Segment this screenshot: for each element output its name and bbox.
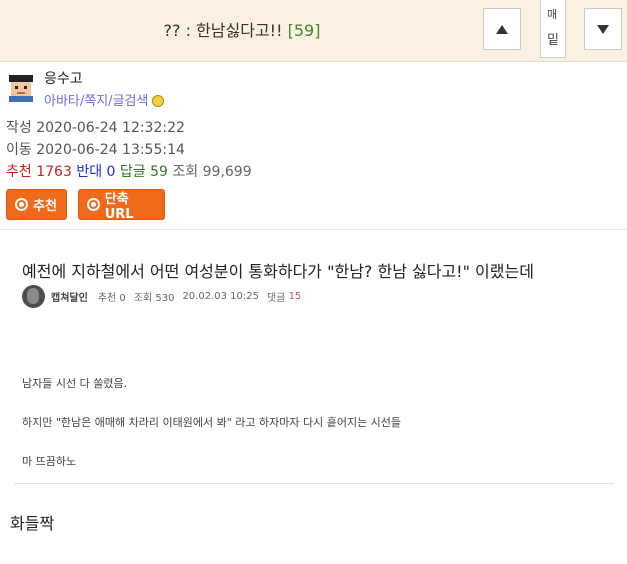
post-meta: 캡쳐달인 추천 0 조회 530 20.02.03 10:25 댓글 15 bbox=[22, 285, 301, 308]
moved-label: 이동 bbox=[6, 142, 32, 158]
oppose-count: 0 bbox=[106, 164, 116, 180]
author-name[interactable]: 응수고 bbox=[44, 68, 83, 88]
moved-row: 이동 2020-06-24 13:55:14 bbox=[6, 139, 185, 159]
recommend-button[interactable]: 추천 bbox=[6, 189, 67, 220]
short-url-button[interactable]: 단축URL bbox=[78, 189, 165, 222]
triangle-up-icon bbox=[496, 24, 508, 34]
oppose-label: 반대 bbox=[76, 164, 103, 180]
reply-count: 59 bbox=[150, 164, 168, 180]
title-text: ?? : 한남싫다고!! bbox=[163, 21, 283, 40]
title-comment-count[interactable]: [59] bbox=[288, 21, 321, 40]
link-icon bbox=[87, 198, 100, 211]
author-links-text[interactable]: 아바타/쪽지/글검색 bbox=[44, 94, 148, 109]
created-label: 작성 bbox=[6, 120, 32, 136]
reply-label: 답글 bbox=[119, 164, 146, 180]
avatar[interactable] bbox=[6, 72, 36, 102]
post-paragraph: 마 뜨끔하노 bbox=[22, 455, 77, 468]
top-bar: ?? : 한남싫다고!! [59] 매 밑 bbox=[0, 0, 627, 62]
side-mini-tab[interactable]: 매 밑 bbox=[540, 0, 566, 58]
created-row: 작성 2020-06-24 12:32:22 bbox=[6, 117, 185, 137]
post-comment-count: 15 bbox=[288, 291, 302, 302]
views-count: 99,699 bbox=[202, 164, 252, 180]
views-label: 조회 bbox=[172, 164, 199, 180]
moved-date: 2020-06-24 13:55:14 bbox=[36, 142, 185, 158]
triangle-down-icon bbox=[597, 24, 609, 34]
smiley-icon bbox=[152, 95, 165, 107]
created-date: 2020-06-24 12:32:22 bbox=[36, 120, 185, 136]
recommend-count: 1763 bbox=[36, 164, 72, 180]
post-date: 20.02.03 10:25 bbox=[182, 291, 259, 302]
divider bbox=[0, 229, 627, 230]
post-author-avatar[interactable] bbox=[22, 285, 45, 308]
recommend-label: 추천 bbox=[6, 164, 32, 180]
post-views: 조회 530 bbox=[133, 293, 175, 304]
post-paragraph: 하지만 "한남은 애매해 차라리 이태원에서 봐" 라고 하자마자 다시 흩어지… bbox=[22, 416, 402, 429]
post-comment-label: 댓글 bbox=[266, 293, 286, 304]
scroll-down-button[interactable] bbox=[584, 8, 622, 50]
mini-tab-top: 매 bbox=[547, 8, 558, 21]
mini-tab-bottom: 밑 bbox=[547, 33, 559, 48]
author-links[interactable]: 아바타/쪽지/글검색 bbox=[44, 90, 165, 109]
page-title: ?? : 한남싫다고!! [59] bbox=[0, 17, 484, 41]
short-url-button-label: 단축URL bbox=[104, 191, 134, 222]
post-author-nick[interactable]: 캡쳐달인 bbox=[51, 289, 88, 304]
recommend-button-label: 추천 bbox=[33, 199, 57, 214]
content-divider bbox=[14, 483, 614, 484]
stats-row: 추천 1763 반대 0 답글 59 조회 99,699 bbox=[6, 161, 252, 181]
post-paragraph: 남자들 시선 다 쏠렸음. bbox=[22, 377, 128, 390]
post-recommend: 추천 0 bbox=[97, 293, 126, 304]
post-title: 예전에 지하철에서 어떤 여성분이 통화하다가 "한남? 한남 싫다고!" 이랬… bbox=[22, 262, 534, 281]
scroll-up-button[interactable] bbox=[483, 8, 521, 50]
body-text: 화들짝 bbox=[10, 514, 55, 533]
recommend-icon bbox=[15, 198, 28, 211]
